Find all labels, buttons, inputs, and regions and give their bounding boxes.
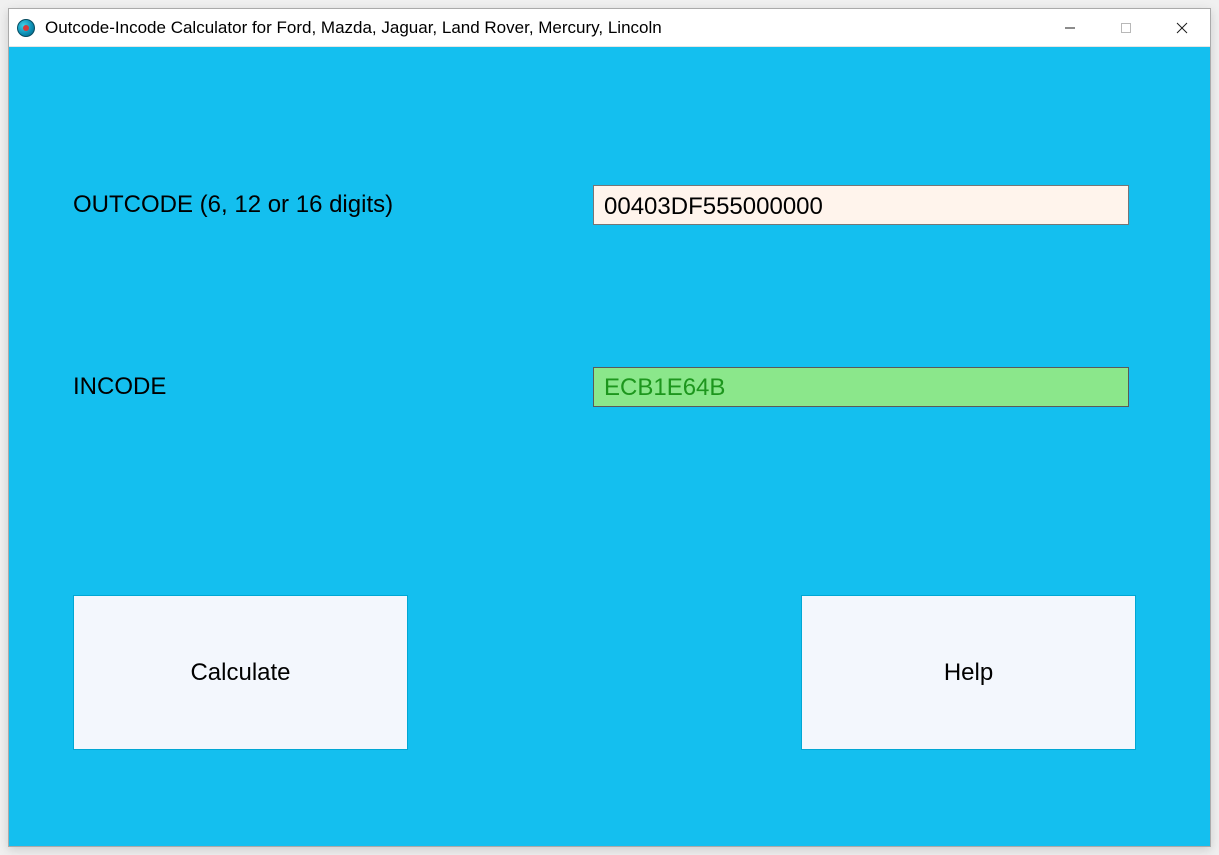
close-button[interactable] xyxy=(1154,9,1210,46)
calculate-button[interactable]: Calculate xyxy=(73,595,408,750)
outcode-input[interactable] xyxy=(593,185,1129,225)
maximize-button xyxy=(1098,9,1154,46)
outcode-label: OUTCODE (6, 12 or 16 digits) xyxy=(73,191,593,219)
button-row: Calculate Help xyxy=(73,595,1146,750)
incode-label: INCODE xyxy=(73,373,593,401)
outcode-row: OUTCODE (6, 12 or 16 digits) xyxy=(73,185,1129,225)
title-bar: Outcode-Incode Calculator for Ford, Mazd… xyxy=(9,9,1210,47)
incode-output: ECB1E64B xyxy=(593,367,1129,407)
minimize-button[interactable] xyxy=(1042,9,1098,46)
window-title: Outcode-Incode Calculator for Ford, Mazd… xyxy=(45,18,1042,38)
app-icon xyxy=(17,19,35,37)
window-controls xyxy=(1042,9,1210,46)
help-button[interactable]: Help xyxy=(801,595,1136,750)
app-window: Outcode-Incode Calculator for Ford, Mazd… xyxy=(8,8,1211,847)
client-area: OUTCODE (6, 12 or 16 digits) INCODE ECB1… xyxy=(9,47,1210,846)
incode-row: INCODE ECB1E64B xyxy=(73,367,1129,407)
